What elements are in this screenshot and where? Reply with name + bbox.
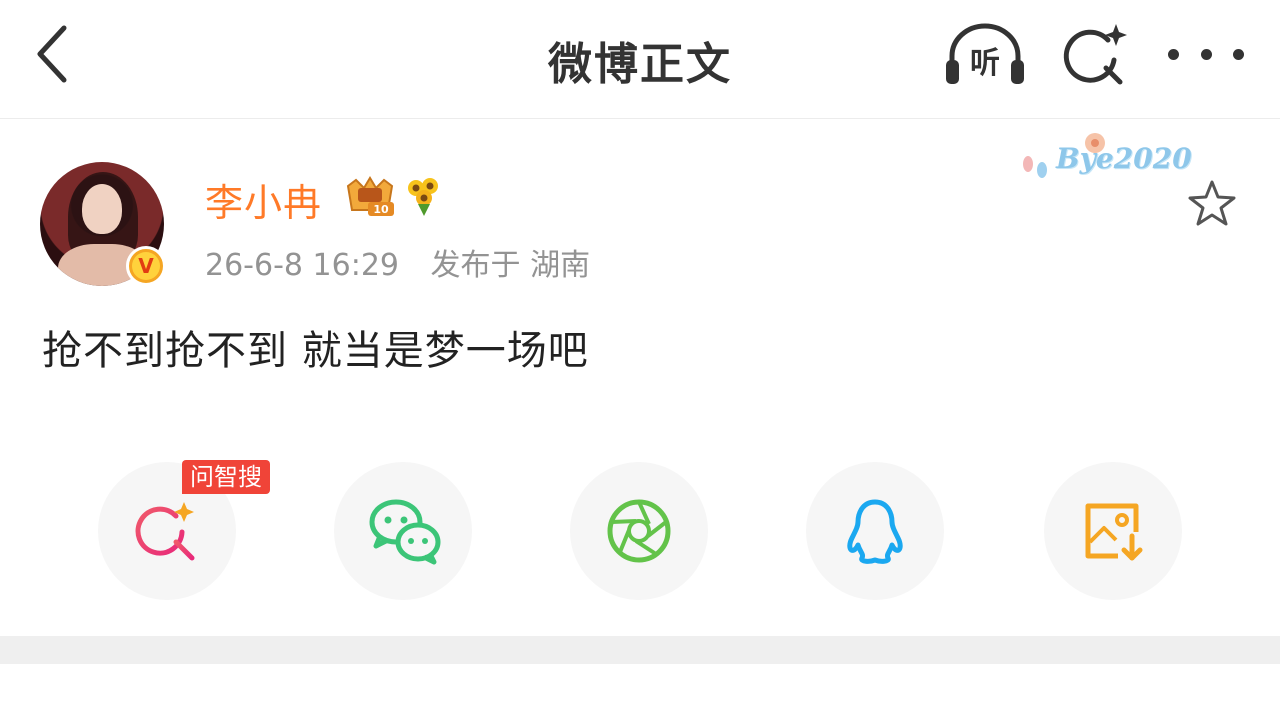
top-navbar: 微博正文 听 [0, 0, 1280, 119]
username[interactable]: 李小冉 [205, 172, 322, 227]
sunflower-badge-icon[interactable] [404, 176, 444, 218]
page-title: 微博正文 [548, 39, 732, 90]
favorite-star-icon[interactable] [1186, 178, 1238, 230]
save-image-icon [1085, 503, 1143, 561]
section-divider [0, 636, 1280, 664]
card-decoration: Bye2020 [1018, 128, 1192, 198]
search-ai-icon [135, 502, 195, 561]
post-meta: 26-6-8 16:29 发布于 湖南 [205, 240, 590, 284]
share-wechat-button[interactable] [334, 462, 472, 600]
more-dot-icon [1168, 48, 1179, 60]
vip-crown-badge-icon[interactable]: 10 [342, 176, 398, 218]
more-button[interactable] [1168, 24, 1244, 84]
search-button[interactable] [1060, 20, 1130, 90]
post-content: 抢不到抢不到 就当是梦一场吧 [42, 328, 589, 374]
moments-shutter-icon [607, 499, 671, 563]
listen-label: 听 [970, 46, 1000, 81]
more-dot-icon [1233, 48, 1244, 60]
verified-badge-icon: V [126, 246, 166, 286]
search-sparkle-icon [1063, 24, 1127, 85]
vip-level: 10 [373, 203, 389, 216]
listen-button[interactable]: 听 [942, 20, 1028, 90]
qq-penguin-icon [847, 499, 903, 564]
verified-mark: V [132, 252, 160, 280]
post-time: 26-6-8 16:29 [205, 248, 399, 283]
share-moments-button[interactable] [570, 462, 708, 600]
ask-search-tag[interactable]: 问智搜 [182, 460, 270, 494]
more-dot-icon [1200, 48, 1212, 60]
decoration-text: Bye2020 [1056, 142, 1192, 175]
share-qq-button[interactable] [806, 462, 944, 600]
weibo-post-page: 微博正文 听 V 李小冉 10 26-6-8 16:29 发布于 湖南 Bye2… [0, 0, 1280, 708]
baby-feet-icon [1023, 156, 1047, 178]
post-location: 发布于 湖南 [430, 248, 591, 283]
save-image-button[interactable] [1044, 462, 1182, 600]
wechat-icon [369, 499, 441, 565]
back-button[interactable] [22, 20, 82, 88]
chevron-left-icon [37, 25, 67, 83]
